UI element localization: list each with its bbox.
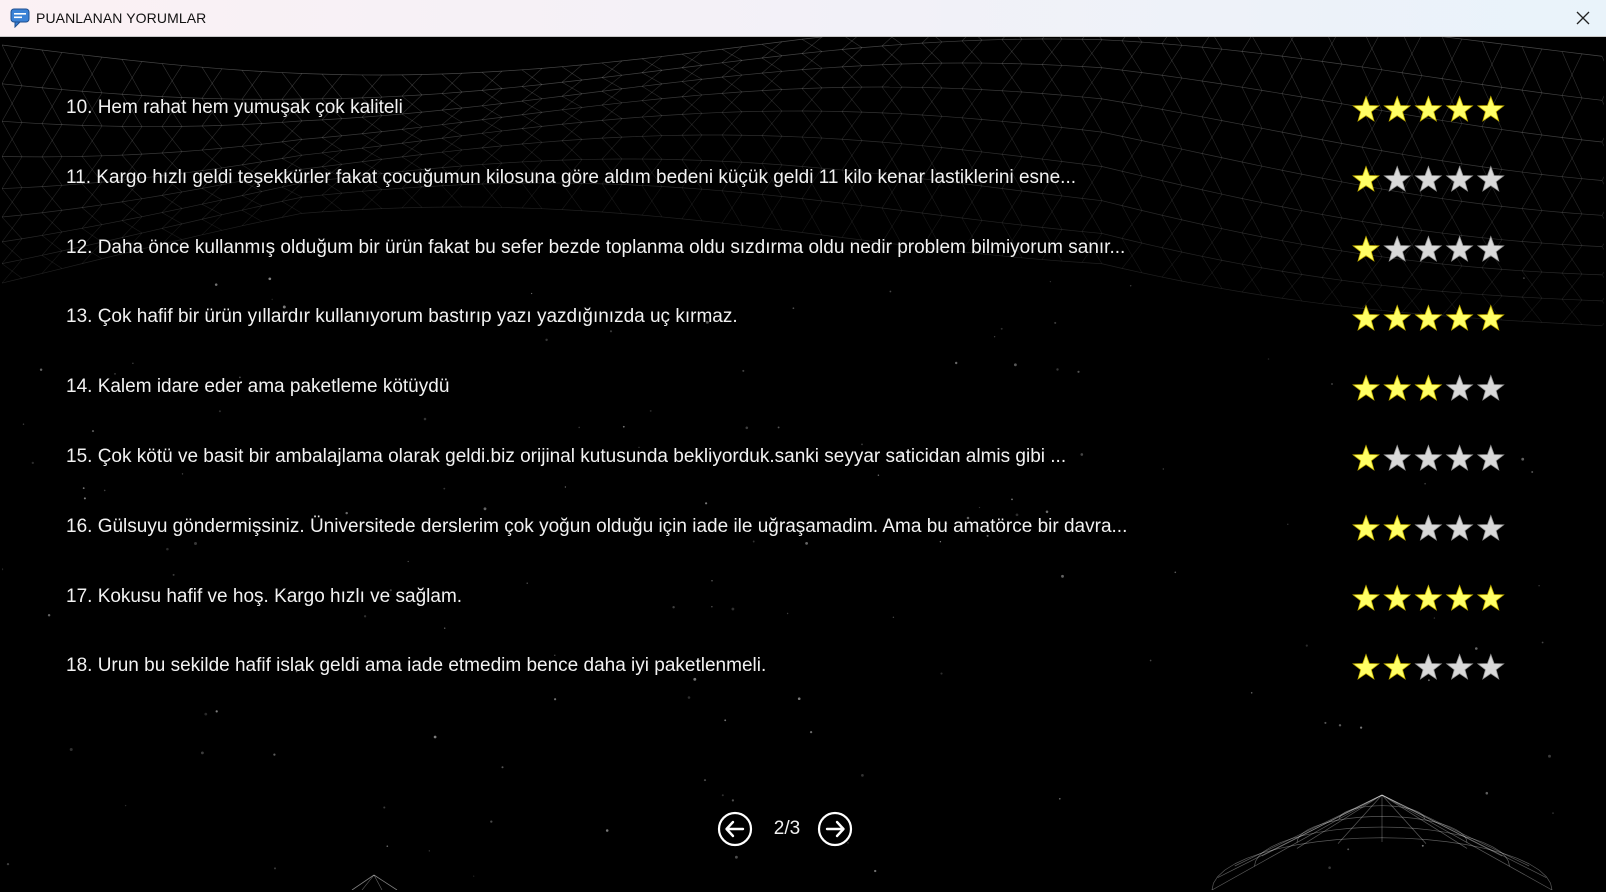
star-empty-icon	[1445, 653, 1474, 681]
star-filled-icon	[1383, 374, 1412, 402]
star-filled-icon	[1352, 165, 1380, 192]
review-row: 18. Urun bu sekilde hafif islak geldi am…	[2, 647, 1604, 687]
star-empty-icon	[1445, 234, 1474, 262]
review-row: 12. Daha önce kullanmış olduğum bir ürün…	[2, 229, 1604, 269]
star-rating	[1352, 234, 1505, 262]
star-rating	[1352, 374, 1505, 402]
star-empty-icon	[1414, 514, 1443, 541]
star-filled-icon	[1476, 583, 1505, 611]
review-text: 15. Çok kötü ve basit bir ambalajlama ol…	[66, 446, 1067, 467]
star-empty-icon	[1414, 444, 1443, 471]
star-filled-icon	[1352, 514, 1380, 541]
star-empty-icon	[1445, 444, 1474, 471]
star-empty-icon	[1476, 653, 1505, 681]
star-filled-icon	[1414, 374, 1443, 402]
star-filled-icon	[1445, 304, 1474, 332]
star-rating	[1352, 444, 1505, 471]
review-row: 10. Hem rahat hem yumuşak çok kaliteli	[2, 89, 1604, 129]
reviews-panel: 10. Hem rahat hem yumuşak çok kaliteli 11…	[2, 37, 1604, 890]
review-text: 10. Hem rahat hem yumuşak çok kaliteli	[66, 97, 403, 118]
star-rating	[1352, 95, 1505, 122]
review-row: 14. Kalem idare eder ama paketleme kötüy…	[2, 368, 1604, 408]
star-filled-icon	[1414, 304, 1443, 332]
star-filled-icon	[1476, 304, 1505, 332]
star-filled-icon	[1476, 95, 1505, 122]
star-empty-icon	[1414, 165, 1443, 192]
star-filled-icon	[1383, 95, 1412, 122]
star-filled-icon	[1352, 444, 1380, 471]
star-empty-icon	[1476, 444, 1505, 471]
review-row: 11. Kargo hızlı geldi teşekkürler fakat …	[2, 159, 1604, 199]
review-text: 11. Kargo hızlı geldi teşekkürler fakat …	[66, 166, 1077, 188]
review-text: 14. Kalem idare eder ama paketleme kötüy…	[66, 376, 450, 398]
review-text: 16. Gülsuyu göndermişsiniz. Üniversitede…	[66, 515, 1128, 537]
star-filled-icon	[1352, 95, 1380, 122]
close-icon	[1576, 11, 1590, 25]
star-rating	[1352, 583, 1505, 611]
chat-bubble-icon	[10, 8, 30, 28]
star-filled-icon	[1383, 583, 1412, 611]
star-rating	[1352, 514, 1505, 541]
review-text: 17. Kokusu hafif ve hoş. Kargo hızlı ve …	[66, 585, 463, 607]
star-filled-icon	[1445, 95, 1474, 122]
review-row: 16. Gülsuyu göndermişsiniz. Üniversitede…	[2, 508, 1604, 548]
star-filled-icon	[1352, 304, 1380, 332]
star-filled-icon	[1352, 374, 1380, 402]
review-row: 13. Çok hafif bir ürün yıllardır kullanı…	[2, 298, 1604, 338]
star-empty-icon	[1445, 514, 1474, 541]
star-rating	[1352, 165, 1505, 192]
star-filled-icon	[1383, 304, 1412, 332]
star-empty-icon	[1445, 165, 1474, 192]
arrow-right-circle-icon[interactable]	[817, 811, 853, 847]
app-window: PUANLANAN YORUMLAR 10. Hem rahat hem yum…	[0, 0, 1606, 892]
star-empty-icon	[1476, 374, 1505, 402]
star-empty-icon	[1383, 165, 1412, 192]
star-filled-icon	[1383, 514, 1412, 541]
star-empty-icon	[1414, 653, 1443, 681]
star-filled-icon	[1414, 583, 1443, 611]
star-empty-icon	[1476, 234, 1505, 262]
window-title: PUANLANAN YORUMLAR	[36, 10, 207, 26]
review-text: 12. Daha önce kullanmış olduğum bir ürün…	[66, 236, 1126, 258]
review-row: 15. Çok kötü ve basit bir ambalajlama ol…	[2, 438, 1604, 478]
close-button[interactable]	[1560, 0, 1606, 36]
star-filled-icon	[1352, 234, 1380, 262]
star-empty-icon	[1445, 374, 1474, 402]
star-empty-icon	[1414, 234, 1443, 262]
star-rating	[1352, 653, 1505, 681]
review-text: 13. Çok hafif bir ürün yıllardır kullanı…	[66, 306, 738, 328]
star-filled-icon	[1352, 653, 1380, 681]
star-filled-icon	[1352, 583, 1380, 611]
star-filled-icon	[1383, 653, 1412, 681]
pagination: 2/3	[717, 809, 857, 849]
star-filled-icon	[1414, 95, 1443, 122]
star-empty-icon	[1476, 165, 1505, 192]
star-empty-icon	[1476, 514, 1505, 541]
page-indicator: 2/3	[773, 818, 801, 839]
review-row: 17. Kokusu hafif ve hoş. Kargo hızlı ve …	[2, 578, 1604, 618]
title-bar: PUANLANAN YORUMLAR	[0, 0, 1606, 37]
star-rating	[1352, 304, 1505, 332]
star-empty-icon	[1383, 444, 1412, 471]
star-empty-icon	[1383, 234, 1412, 262]
review-text: 18. Urun bu sekilde hafif islak geldi am…	[66, 655, 767, 677]
star-filled-icon	[1445, 583, 1474, 611]
arrow-left-circle-icon[interactable]	[717, 811, 753, 847]
